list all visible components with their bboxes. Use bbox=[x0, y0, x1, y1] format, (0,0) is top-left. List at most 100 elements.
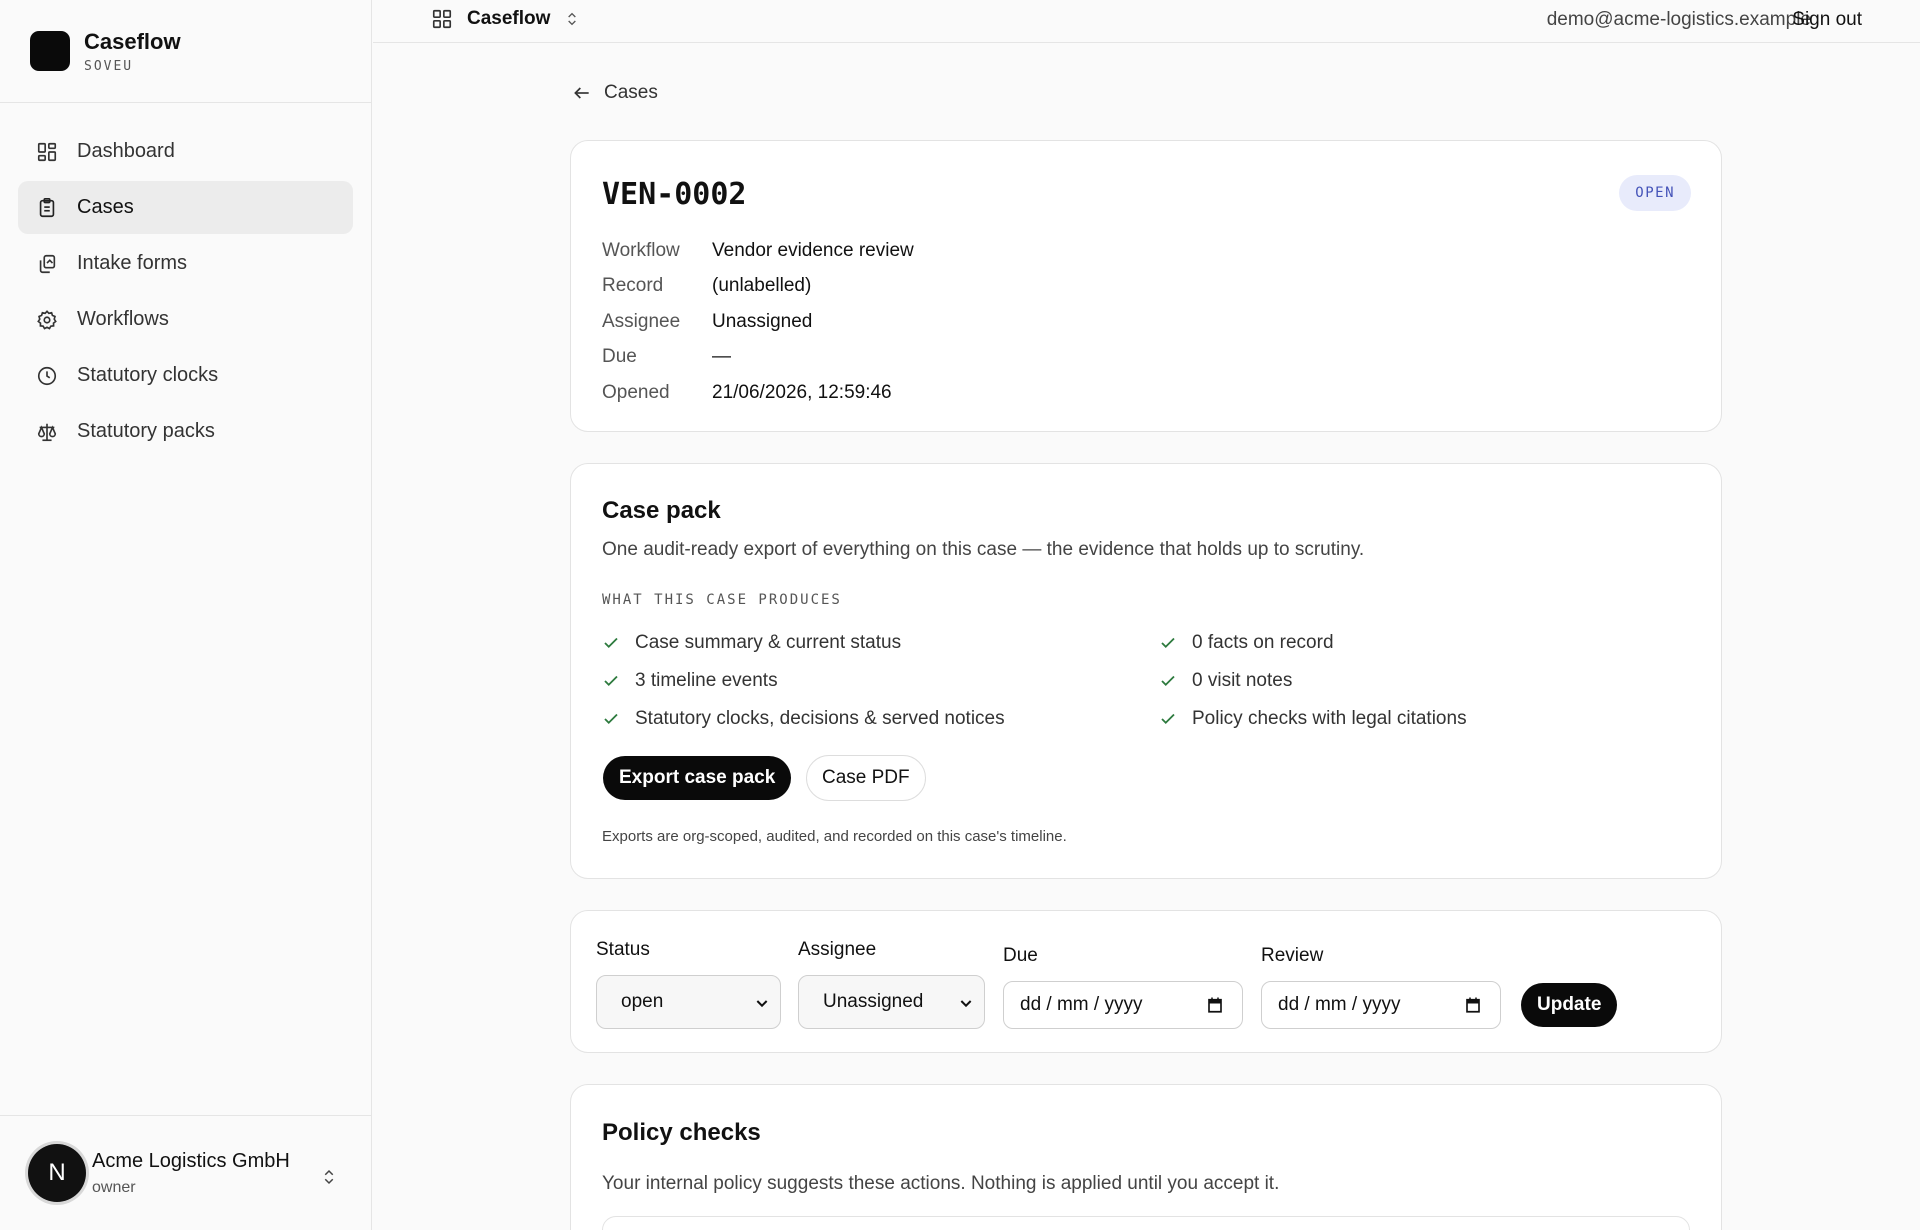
check-icon bbox=[1161, 675, 1175, 687]
policy-description: Your internal policy suggests these acti… bbox=[602, 1173, 1280, 1194]
produce-list-right: 0 facts on record 0 visit notes Policy c… bbox=[1159, 624, 1467, 738]
list-item: 0 visit notes bbox=[1159, 662, 1467, 700]
calendar-icon bbox=[1208, 997, 1222, 1013]
review-label: Review bbox=[1261, 945, 1324, 966]
sidebar-item-label: Statutory packs bbox=[77, 420, 215, 442]
org-role: owner bbox=[92, 1178, 136, 1196]
brand-subtitle: SOVEU bbox=[84, 58, 134, 74]
sidebar-item-statutory-packs[interactable]: Statutory packs bbox=[18, 405, 353, 458]
back-to-cases-link[interactable]: Cases bbox=[572, 82, 658, 104]
meta-value: Unassigned bbox=[712, 310, 813, 332]
policy-checks-card: Policy checks Your internal policy sugge… bbox=[570, 1084, 1722, 1230]
chevron-down-icon bbox=[960, 1000, 972, 1008]
due-date-placeholder: dd / mm / yyyy bbox=[1020, 994, 1143, 1015]
sidebar-item-intake-forms[interactable]: Intake forms bbox=[18, 237, 353, 290]
sidebar-item-dashboard[interactable]: Dashboard bbox=[18, 125, 353, 178]
brand[interactable]: Caseflow SOVEU bbox=[0, 0, 371, 103]
case-pack-eyebrow: WHAT THIS CASE PRODUCES bbox=[602, 592, 842, 608]
update-button[interactable]: Update bbox=[1521, 983, 1618, 1027]
case-pack-card: Case pack One audit-ready export of ever… bbox=[570, 463, 1722, 879]
review-date-input[interactable]: dd / mm / yyyy bbox=[1261, 981, 1501, 1029]
case-summary-card: VEN-0002 OPEN Workflow Vendor evidence re… bbox=[570, 140, 1722, 432]
export-case-pack-button[interactable]: Export case pack bbox=[603, 756, 792, 800]
app-name: Caseflow bbox=[467, 8, 551, 29]
assignee-value: Unassigned bbox=[823, 991, 924, 1012]
calendar-icon bbox=[1466, 997, 1480, 1013]
check-icon bbox=[604, 637, 618, 649]
meta-row-workflow: Workflow Vendor evidence review bbox=[602, 233, 914, 269]
meta-row-due: Due — bbox=[602, 340, 914, 376]
status-label: Status bbox=[596, 939, 650, 960]
meta-value: (unlabelled) bbox=[712, 275, 812, 297]
arrow-left-icon bbox=[574, 87, 589, 99]
meta-value: 21/06/2026, 12:59:46 bbox=[712, 381, 892, 403]
meta-key: Record bbox=[602, 275, 664, 297]
assignee-select[interactable]: Unassigned bbox=[798, 975, 985, 1029]
case-meta: Workflow Vendor evidence review Record (un… bbox=[602, 233, 914, 411]
sidebar-item-statutory-clocks[interactable]: Statutory clocks bbox=[18, 349, 353, 402]
case-pdf-button[interactable]: Case PDF bbox=[806, 755, 926, 801]
case-update-card: Status open Assignee Unassigned Due dd /… bbox=[570, 910, 1722, 1053]
check-icon bbox=[604, 713, 618, 725]
back-link-label: Cases bbox=[604, 82, 658, 103]
export-note: Exports are org-scoped, audited, and rec… bbox=[602, 828, 1067, 845]
list-item-label: 0 visit notes bbox=[1192, 670, 1293, 691]
sign-out-button[interactable]: Sign out bbox=[1792, 9, 1862, 31]
list-item: Statutory clocks, decisions & served not… bbox=[602, 700, 1005, 738]
sidebar: Caseflow SOVEU Dashboard Cases Intake fo… bbox=[0, 0, 372, 1230]
case-id: VEN-0002 bbox=[602, 177, 747, 212]
meta-row-assignee: Assignee Unassigned bbox=[602, 304, 914, 340]
due-date-input[interactable]: dd / mm / yyyy bbox=[1003, 981, 1243, 1029]
sidebar-item-label: Workflows bbox=[77, 308, 169, 330]
policy-title: Policy checks bbox=[602, 1119, 761, 1146]
sidebar-item-cases[interactable]: Cases bbox=[18, 181, 353, 234]
list-item: 3 timeline events bbox=[602, 662, 1005, 700]
sidebar-item-label: Statutory clocks bbox=[77, 364, 219, 386]
check-icon bbox=[1161, 713, 1175, 725]
list-item-label: Policy checks with legal citations bbox=[1192, 708, 1467, 729]
assignee-label: Assignee bbox=[798, 939, 877, 960]
review-date-placeholder: dd / mm / yyyy bbox=[1278, 994, 1401, 1015]
org-name: Acme Logistics GmbH bbox=[92, 1149, 290, 1172]
meta-value: Vendor evidence review bbox=[712, 239, 914, 261]
sidebar-item-label: Intake forms bbox=[77, 252, 188, 274]
scale-icon bbox=[37, 423, 57, 441]
meta-row-record: Record (unlabelled) bbox=[602, 269, 914, 305]
meta-key: Assignee bbox=[602, 310, 681, 332]
sidebar-item-label: Cases bbox=[77, 196, 134, 218]
policy-suggestion-panel bbox=[602, 1216, 1690, 1230]
list-item-label: Statutory clocks, decisions & served not… bbox=[635, 708, 1005, 729]
org-switcher[interactable]: N Acme Logistics GmbH owner bbox=[0, 1115, 371, 1230]
copy-icon bbox=[39, 254, 56, 273]
list-item-label: 0 facts on record bbox=[1192, 632, 1334, 653]
meta-key: Due bbox=[602, 346, 637, 368]
chevron-up-down-icon bbox=[568, 12, 577, 26]
sidebar-item-workflows[interactable]: Workflows bbox=[18, 293, 353, 346]
avatar: N bbox=[28, 1144, 86, 1202]
list-item: Case summary & current status bbox=[602, 624, 1005, 662]
chevron-up-down-icon bbox=[324, 1169, 334, 1185]
gear-icon bbox=[37, 309, 57, 330]
meta-key: Workflow bbox=[602, 239, 680, 261]
meta-row-opened: Opened 21/06/2026, 12:59:46 bbox=[602, 375, 914, 411]
brand-name: Caseflow bbox=[84, 28, 181, 54]
status-badge: OPEN bbox=[1619, 175, 1691, 211]
due-label: Due bbox=[1003, 945, 1038, 966]
case-pack-title: Case pack bbox=[602, 497, 721, 524]
case-pack-description: One audit-ready export of everything on … bbox=[602, 539, 1365, 560]
user-email: demo@acme-logistics.example bbox=[1546, 9, 1811, 30]
status-value: open bbox=[621, 991, 664, 1012]
sidebar-item-label: Dashboard bbox=[77, 140, 175, 162]
produce-list-left: Case summary & current status 3 timeline… bbox=[602, 624, 1005, 738]
list-item-label: 3 timeline events bbox=[635, 670, 778, 691]
clock-icon bbox=[37, 366, 57, 385]
status-select[interactable]: open bbox=[596, 975, 781, 1029]
brand-logo bbox=[30, 31, 70, 71]
check-icon bbox=[1161, 637, 1175, 649]
meta-value: — bbox=[712, 346, 731, 368]
list-item-label: Case summary & current status bbox=[635, 632, 902, 653]
app-switcher[interactable]: Caseflow bbox=[431, 8, 580, 30]
dashboard-icon bbox=[37, 142, 57, 161]
sidebar-nav: Dashboard Cases Intake forms Workflows S… bbox=[0, 103, 371, 483]
check-icon bbox=[604, 675, 618, 687]
